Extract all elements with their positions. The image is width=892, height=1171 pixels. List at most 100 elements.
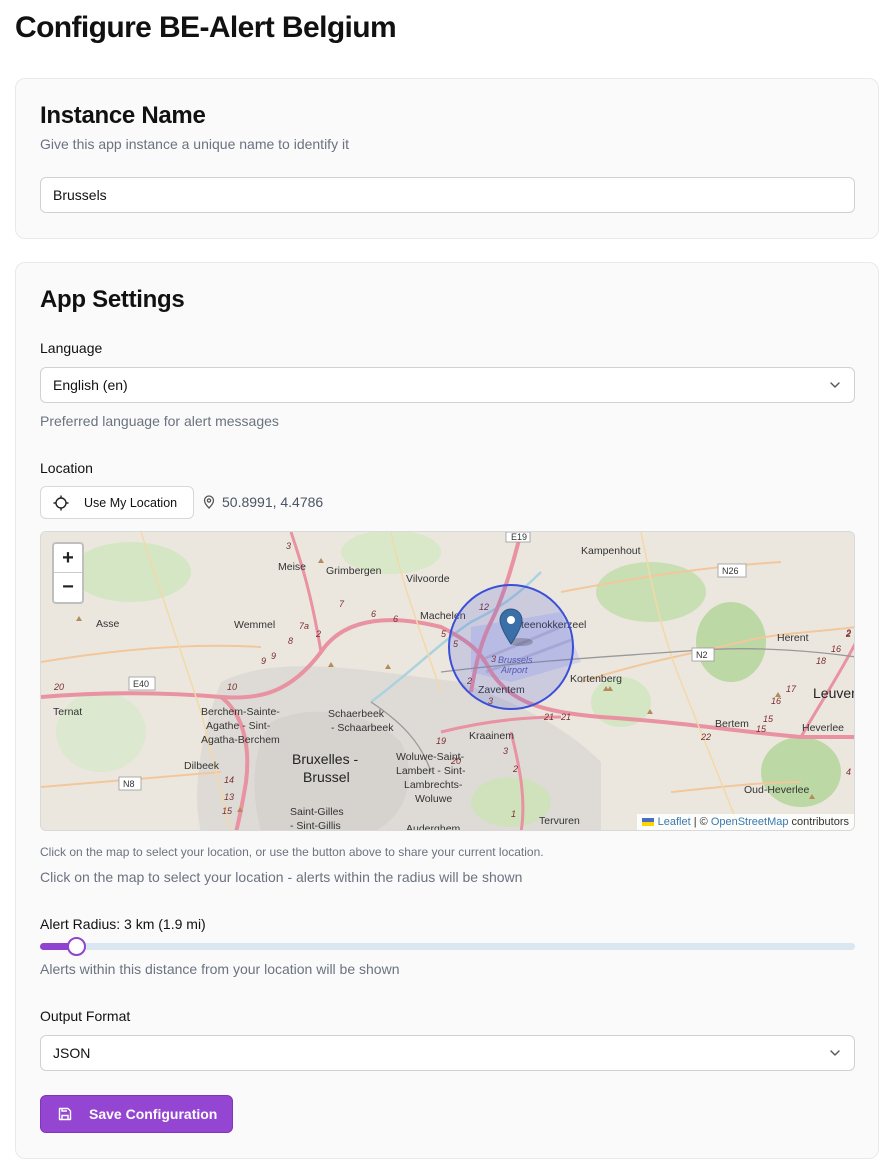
alert-radius-label: Alert Radius: 3 km (1.9 mi): [40, 916, 206, 932]
place-label: Herent: [777, 632, 809, 644]
place-label: Berchem-Sainte-: [201, 706, 280, 718]
road-number: 9: [271, 651, 276, 661]
road-number: 7a: [299, 621, 309, 631]
location-label: Location: [40, 460, 93, 476]
road-number: 15: [756, 724, 767, 734]
road-number: 21: [543, 712, 554, 722]
place-label: Heverlee: [802, 722, 844, 734]
place-label: Agathe - Sint-: [206, 720, 271, 732]
place-label: Kampenhout: [581, 545, 641, 557]
place-label: Kraainem: [469, 730, 514, 742]
output-format-label: Output Format: [40, 1008, 131, 1024]
attribution-contributors: contributors: [788, 816, 849, 828]
place-label: Dilbeek: [184, 760, 220, 772]
road-number: 2: [315, 629, 321, 639]
chevron-down-icon: [830, 382, 840, 388]
road-label-n8: N8: [123, 779, 135, 789]
road-label-n26: N26: [722, 566, 739, 576]
language-help: Preferred language for alert messages: [40, 413, 279, 429]
alert-radius-slider[interactable]: [40, 937, 855, 956]
road-number: 1: [511, 809, 516, 819]
openstreetmap-link[interactable]: OpenStreetMap: [711, 816, 789, 828]
location-coordinates: 50.8991, 4.4786: [202, 494, 323, 510]
place-label: Woluwe-Saint-: [396, 751, 465, 763]
place-label: Ternat: [53, 706, 82, 718]
place-label: Grimbergen: [326, 565, 382, 577]
place-label: Saint-Gilles: [290, 806, 344, 818]
place-label: Auderghem: [406, 823, 461, 831]
output-format-selected-value: JSON: [53, 1045, 91, 1061]
road-number: 15: [222, 806, 233, 816]
road-number: 20: [53, 682, 64, 692]
map-attribution: Leaflet | © OpenStreetMap contributors: [636, 814, 854, 830]
road-number: 6: [393, 614, 398, 624]
road-number: 6: [371, 609, 376, 619]
place-label: - Sint-Gillis: [290, 820, 341, 831]
place-label: Vilvoorde: [406, 573, 450, 585]
alert-radius-slider-thumb[interactable]: [67, 937, 86, 956]
coordinates-value: 50.8991, 4.4786: [222, 494, 324, 510]
place-label: Leuven: [813, 685, 855, 701]
instance-name-description: Give this app instance a unique name to …: [40, 136, 349, 152]
map-tiles[interactable]: E19 N26 N2 E40 N8 3 7 6 6 7a 2 8 9 9 5 1…: [41, 532, 855, 831]
road-number: 15: [763, 714, 774, 724]
road-number: 19: [436, 736, 446, 746]
place-label: Agatha-Berchem: [201, 734, 280, 746]
road-number: 8: [288, 636, 293, 646]
place-label: Lambert - Sint-: [396, 765, 466, 777]
road-number: 21: [560, 712, 571, 722]
language-select[interactable]: English (en): [40, 367, 855, 403]
save-configuration-button[interactable]: Save Configuration: [40, 1095, 233, 1133]
crosshair-icon: [53, 495, 69, 510]
place-label: - Schaarbeek: [331, 722, 394, 734]
zoom-out-button[interactable]: −: [54, 573, 82, 602]
location-map[interactable]: E19 N26 N2 E40 N8 3 7 6 6 7a 2 8 9 9 5 1…: [40, 531, 855, 831]
road-number: 14: [224, 775, 234, 785]
road-label-e19: E19: [511, 532, 527, 542]
output-format-select[interactable]: JSON: [40, 1035, 855, 1071]
language-label: Language: [40, 340, 103, 356]
app-settings-title: App Settings: [40, 286, 185, 313]
map-help-small: Click on the map to select your location…: [40, 845, 544, 859]
alert-radius-help: Alerts within this distance from your lo…: [40, 961, 400, 977]
place-label: Wemmel: [234, 619, 275, 631]
place-label: Bruxelles -: [292, 751, 358, 767]
road-number: 9: [261, 656, 266, 666]
leaflet-link[interactable]: Leaflet: [658, 816, 691, 828]
place-label: Tervuren: [539, 815, 580, 827]
place-label: Schaerbeek: [328, 708, 385, 720]
place-label: Lambrechts-: [404, 779, 463, 791]
road-number: 22: [700, 732, 711, 742]
app-settings-card: App Settings Language English (en) Prefe…: [15, 262, 879, 1159]
road-number: 16: [831, 644, 841, 654]
road-number: 3: [286, 541, 291, 551]
chevron-down-icon: [830, 1050, 840, 1056]
place-label: Kortenberg: [570, 673, 622, 685]
language-selected-value: English (en): [53, 377, 128, 393]
road-number: 3: [503, 746, 508, 756]
instance-name-card: Instance Name Give this app instance a u…: [15, 78, 879, 239]
alert-radius-circle: [448, 584, 574, 710]
use-my-location-button[interactable]: Use My Location: [40, 486, 194, 519]
road-number: 13: [224, 792, 234, 802]
attribution-separator: | ©: [690, 816, 711, 828]
place-label: Oud-Heverlee: [744, 784, 810, 796]
road-number: 10: [227, 682, 237, 692]
map-pin-icon: [203, 495, 215, 509]
road-label-n2: N2: [696, 650, 708, 660]
road-number: 16: [771, 696, 781, 706]
road-number: 17: [786, 684, 797, 694]
ukraine-flag-icon: [641, 818, 654, 826]
save-icon: [58, 1107, 72, 1121]
use-my-location-label: Use My Location: [84, 495, 178, 510]
map-help: Click on the map to select your location…: [40, 869, 523, 885]
road-number: 4: [846, 767, 851, 777]
road-number: 18: [816, 656, 826, 666]
save-configuration-label: Save Configuration: [89, 1106, 218, 1122]
instance-name-input[interactable]: [40, 177, 855, 213]
zoom-control: + −: [52, 542, 84, 604]
place-label: Woluwe: [415, 793, 452, 805]
zoom-in-button[interactable]: +: [54, 544, 82, 573]
place-label: Brussel: [303, 769, 350, 785]
place-label: Asse: [96, 618, 120, 630]
